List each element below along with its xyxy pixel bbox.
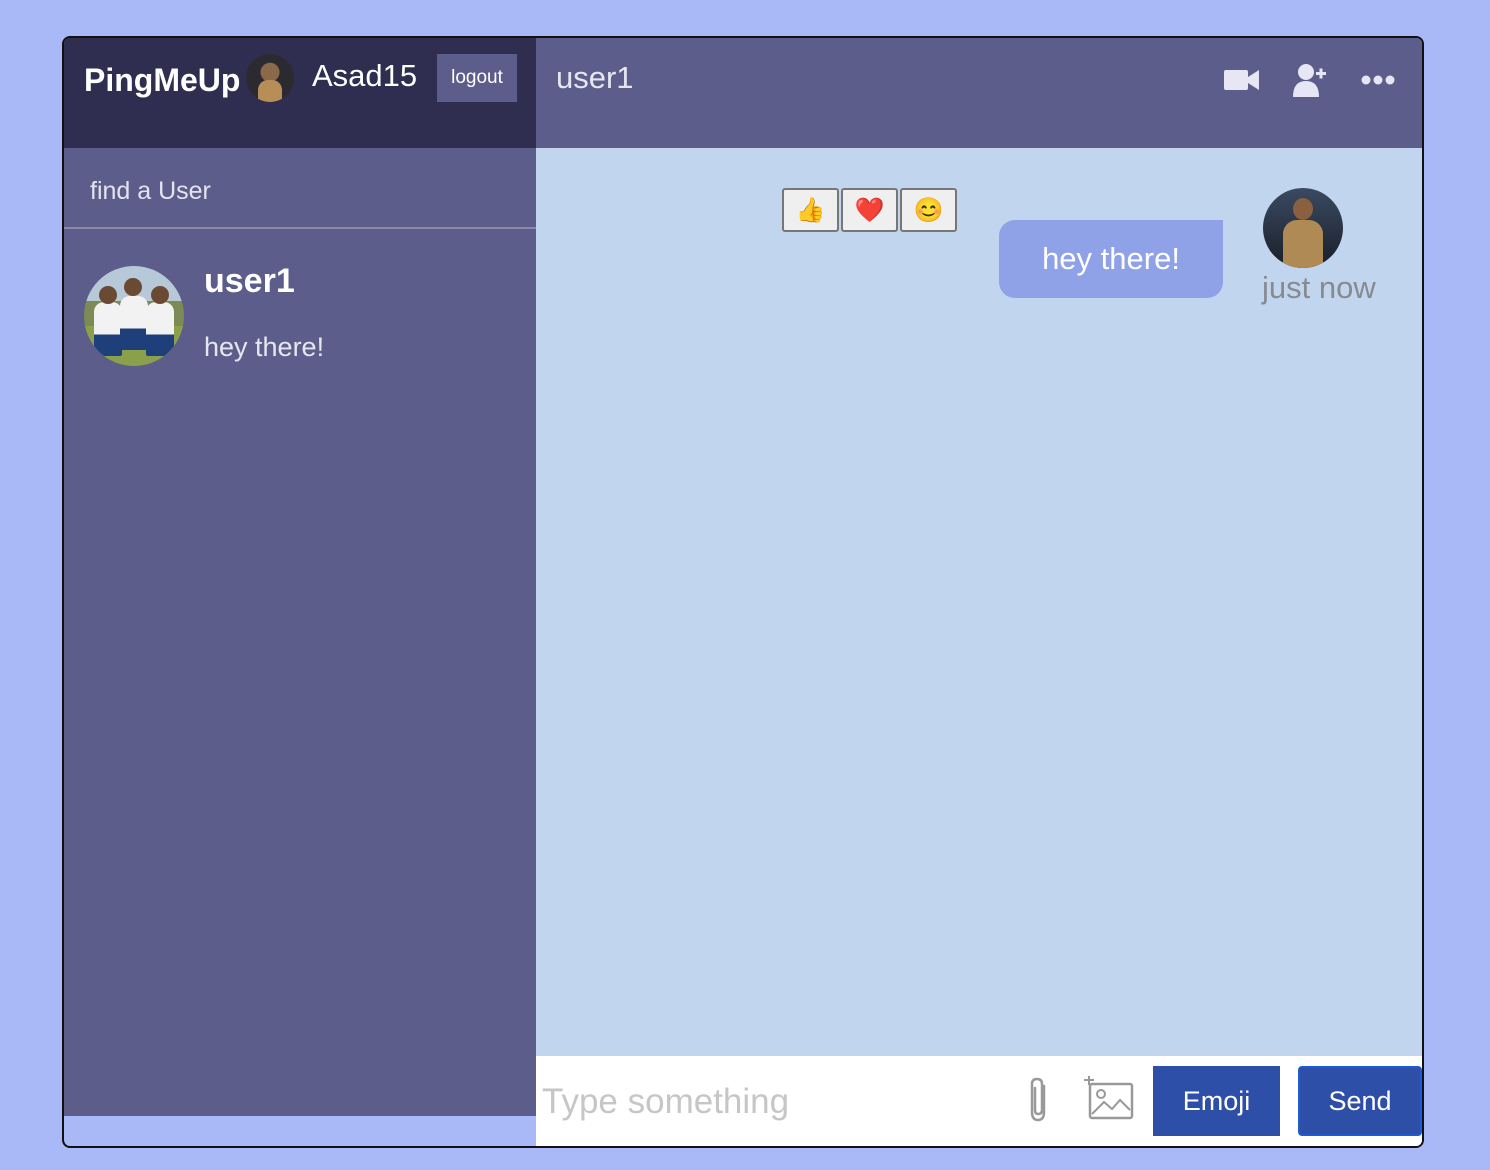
user-search bbox=[64, 148, 536, 229]
message-input[interactable] bbox=[540, 1076, 1004, 1128]
more-icon[interactable] bbox=[1358, 60, 1398, 100]
chat-title: user1 bbox=[556, 60, 634, 95]
reaction-thumbs-up[interactable]: 👍 bbox=[782, 188, 839, 232]
reaction-smile[interactable]: 😊 bbox=[900, 188, 957, 232]
add-user-icon[interactable] bbox=[1290, 60, 1330, 100]
chat-user-avatar bbox=[84, 266, 184, 366]
logout-button[interactable]: logout bbox=[437, 54, 517, 102]
chat-last-message: hey there! bbox=[204, 332, 325, 362]
search-input[interactable] bbox=[88, 170, 492, 212]
chat-header: user1 bbox=[536, 38, 1422, 148]
message-input-bar: Emoji Send bbox=[536, 1056, 1422, 1146]
current-username: Asad15 bbox=[312, 58, 418, 93]
message-sender-avatar bbox=[1263, 188, 1343, 268]
reaction-bar: 👍 ❤️ 😊 bbox=[782, 188, 957, 232]
message-timestamp: just now bbox=[1262, 270, 1376, 305]
send-button[interactable]: Send bbox=[1298, 1066, 1422, 1136]
chat-user-name: user1 bbox=[204, 262, 295, 300]
chat-panel: user1 👍 ❤️ 😊 hey there! just now Type so… bbox=[536, 38, 1422, 1146]
message-bubble: hey there! bbox=[999, 220, 1223, 298]
navbar: PingMeUp Asad15 logout bbox=[64, 38, 536, 148]
reaction-heart[interactable]: ❤️ bbox=[841, 188, 898, 232]
paperclip-icon[interactable] bbox=[1024, 1076, 1054, 1126]
chat-list-item[interactable]: user1 hey there! bbox=[64, 248, 536, 368]
chat-app: PingMeUp Asad15 logout user1 hey there! … bbox=[62, 36, 1424, 1148]
emoji-button[interactable]: Emoji bbox=[1153, 1066, 1280, 1136]
current-user-avatar bbox=[246, 54, 294, 102]
app-logo: PingMeUp bbox=[84, 62, 241, 98]
add-image-icon[interactable] bbox=[1084, 1075, 1134, 1122]
sidebar: PingMeUp Asad15 logout user1 hey there! bbox=[64, 38, 536, 1116]
video-camera-icon[interactable] bbox=[1222, 60, 1262, 100]
message: 👍 ❤️ 😊 hey there! just now bbox=[536, 188, 1422, 308]
